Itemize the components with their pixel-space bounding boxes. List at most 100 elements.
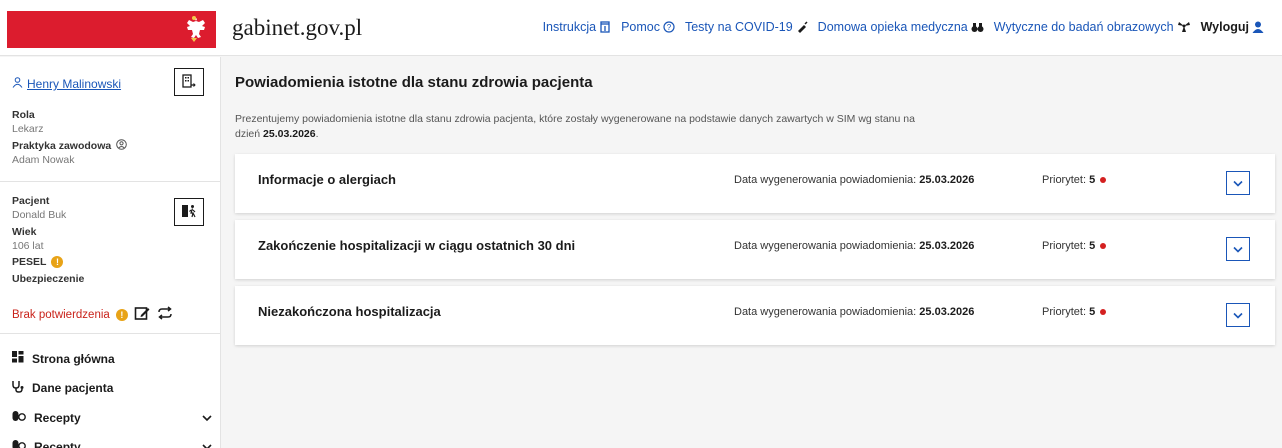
pills-icon [12, 439, 26, 448]
pesel-label: PESEL [12, 256, 47, 268]
nav-label: Domowa opieka medyczna [817, 20, 968, 34]
edit-icon[interactable] [134, 305, 150, 324]
practice-row: Praktyka zawodowa [12, 139, 128, 153]
refresh-icon[interactable] [156, 306, 174, 323]
role-value: Lekarz [12, 123, 44, 135]
notification-title: Niezakończona hospitalizacja [258, 304, 441, 319]
practice-label: Praktyka zawodowa [12, 140, 112, 152]
description-date: 25.03.2026 [263, 128, 316, 140]
patient-name: Donald Buk [12, 209, 67, 221]
chevron-down-icon [1233, 176, 1243, 190]
priority-dot-icon [1100, 177, 1107, 183]
user-circle-icon [116, 139, 128, 153]
logout-link[interactable]: Wyloguj [1201, 20, 1264, 34]
nav-label: Wytyczne do badań obrazowych [993, 20, 1174, 34]
nav-link-instrukcja[interactable]: Instrukcja [543, 20, 612, 34]
sidebar-item-patient-data[interactable]: Dane pacjenta [12, 380, 212, 396]
priority-value: 5 [1089, 240, 1096, 252]
notification-card[interactable]: Informacje o alergiach Data wygenerowani… [235, 154, 1275, 213]
role-label: Rola [12, 109, 35, 121]
eagle-emblem-icon [187, 16, 205, 42]
date-value: 25.03.2026 [919, 306, 975, 318]
priority-label: Priorytet: [1042, 240, 1087, 252]
priority-label: Priorytet: [1042, 306, 1087, 318]
user-icon [1252, 21, 1264, 33]
user-name: Henry Malinowski [27, 77, 122, 91]
top-navigation: Instrukcja Pomoc ? Testy na COVID-19 Dom… [543, 20, 1264, 34]
date-label: Data wygenerowania powiadomienia: [734, 240, 917, 252]
info-icon[interactable]: ! [51, 256, 64, 268]
info-icon[interactable]: ! [115, 308, 128, 321]
sidebar-divider [0, 181, 221, 182]
notification-date: Data wygenerowania powiadomienia: 25.03.… [734, 240, 974, 252]
dashboard-icon [12, 351, 24, 366]
site-title[interactable]: gabinet.gov.pl [232, 15, 362, 41]
priority-value: 5 [1089, 174, 1096, 186]
page-description: Prezentujemy powiadomienia istotne dla s… [235, 113, 915, 140]
nav-label: Instrukcja [542, 20, 597, 34]
sidebar-item-prescriptions[interactable]: Recepty [12, 410, 212, 425]
chevron-down-icon [1233, 242, 1243, 256]
sidebar-item-label: Strona główna [32, 351, 115, 366]
chevron-down-icon [202, 440, 212, 448]
pills-icon [12, 410, 26, 425]
notification-card[interactable]: Zakończenie hospitalizacji w ciągu ostat… [235, 220, 1275, 279]
sidebar-item-label: Recepty [34, 410, 81, 425]
sidebar-item-home[interactable]: Strona główna [12, 351, 212, 366]
user-profile-link[interactable]: Henry Malinowski [12, 77, 121, 91]
date-label: Data wygenerowania powiadomienia: [734, 306, 917, 318]
practice-value: Adam Nowak [12, 154, 75, 166]
date-value: 25.03.2026 [919, 174, 975, 186]
notification-priority: Priorytet: 5 [1042, 306, 1107, 318]
sidebar-divider [0, 333, 221, 334]
notification-card[interactable]: Niezakończona hospitalizacja Data wygene… [235, 286, 1275, 345]
notification-date: Data wygenerowania powiadomienia: 25.03.… [734, 174, 974, 186]
brand-banner[interactable] [7, 11, 216, 48]
pesel-row: PESEL ! [12, 256, 64, 268]
chevron-down-icon [1233, 308, 1243, 322]
expand-button[interactable] [1226, 237, 1250, 261]
sidebar: Henry Malinowski Rola Lekarz Praktyka za… [0, 57, 221, 448]
age-value: 106 lat [12, 240, 44, 252]
nav-link-covid-tests[interactable]: Testy na COVID-19 [685, 20, 808, 34]
nav-label: Pomoc [621, 20, 660, 34]
nav-link-imaging-guidelines[interactable]: Wytyczne do badań obrazowych [994, 20, 1191, 34]
notification-priority: Priorytet: 5 [1042, 174, 1107, 186]
svg-text:?: ? [667, 23, 672, 32]
exit-patient-icon [181, 204, 197, 221]
insurance-label: Ubezpieczenie [12, 273, 85, 285]
change-practice-button[interactable] [174, 68, 204, 96]
priority-value: 5 [1089, 306, 1096, 318]
priority-label: Priorytet: [1042, 174, 1087, 186]
notification-title: Informacje o alergiach [258, 172, 396, 187]
sidebar-item-label: Dane pacjenta [32, 381, 114, 395]
priority-dot-icon [1100, 309, 1107, 315]
manual-icon [599, 21, 611, 33]
top-header: gabinet.gov.pl Instrukcja Pomoc ? Testy … [0, 0, 1282, 56]
syringe-icon [796, 21, 808, 33]
expand-button[interactable] [1226, 303, 1250, 327]
expand-button[interactable] [1226, 171, 1250, 195]
person-outline-icon [12, 77, 23, 91]
priority-dot-icon [1100, 243, 1107, 249]
help-icon: ? [663, 21, 675, 33]
nav-link-pomoc[interactable]: Pomoc ? [621, 20, 675, 34]
sidebar-item-prescriptions[interactable]: Recepty [12, 439, 212, 448]
nav-label: Testy na COVID-19 [684, 20, 793, 34]
insurance-status-text: Brak potwierdzenia [12, 308, 110, 321]
insurance-status-row: Brak potwierdzenia ! [12, 305, 174, 324]
date-label: Data wygenerowania powiadomienia: [734, 174, 917, 186]
building-icon [182, 73, 196, 91]
chevron-down-icon [202, 411, 212, 425]
notification-title: Zakończenie hospitalizacji w ciągu ostat… [258, 238, 576, 253]
nav-link-home-care[interactable]: Domowa opieka medyczna [818, 20, 984, 34]
nav-label: Wyloguj [1200, 20, 1249, 34]
notification-priority: Priorytet: 5 [1042, 240, 1107, 252]
change-patient-button[interactable] [174, 198, 204, 226]
description-text: Prezentujemy powiadomienia istotne dla s… [235, 113, 915, 140]
stethoscope-icon [12, 380, 24, 396]
age-label: Wiek [12, 226, 37, 238]
binoculars-icon [971, 21, 984, 33]
page-title: Powiadomienia istotne dla stanu zdrowia … [235, 74, 593, 91]
notification-date: Data wygenerowania powiadomienia: 25.03.… [734, 306, 974, 318]
